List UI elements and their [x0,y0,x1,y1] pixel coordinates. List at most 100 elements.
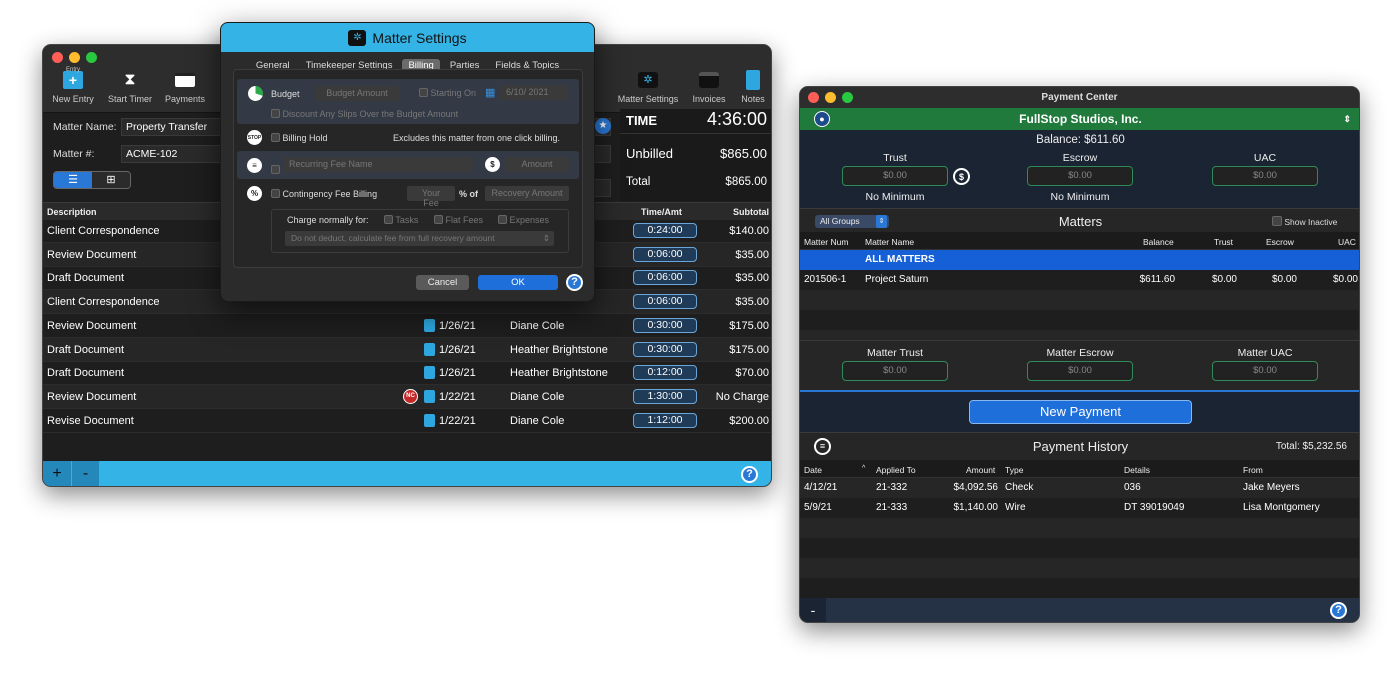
payment-amount-cell: $1,140.00 [953,502,999,513]
ok-button[interactable]: OK [478,275,558,290]
new-payment-button[interactable]: New Payment [969,400,1192,424]
uac-header[interactable]: UAC [1338,237,1356,247]
type-header[interactable]: Type [1005,465,1023,475]
payments-button[interactable]: Payments [161,69,209,104]
slip-row[interactable]: Review Document NC 1/22/21 Diane Cole 1:30:0… [43,384,771,409]
cancel-button[interactable]: Cancel [416,275,469,290]
pc-help-button[interactable]: ? [1330,602,1347,619]
slip-time-pill[interactable]: 0:06:00 [633,246,697,262]
slip-timekeeper: Heather Brightstone [510,367,608,380]
recurring-fee-name-field[interactable]: Recurring Fee Name [283,157,473,172]
date-header[interactable]: Date [804,465,822,475]
help-button[interactable]: ? [741,466,758,483]
slip-time-pill[interactable]: 0:30:00 [633,317,697,333]
grid-view-icon[interactable]: ⊞ [92,172,130,188]
expenses-checkbox[interactable]: Expenses [498,215,549,225]
recurring-amount-field[interactable]: Amount [505,157,569,172]
client-selector[interactable]: ● FullStop Studios, Inc. ⇕ [800,108,1359,130]
from-header[interactable]: From [1243,465,1263,475]
stop-icon: STOP [247,130,262,145]
zoom-button[interactable] [86,52,97,63]
discount-checkbox[interactable]: Discount Any Slips Over the Budget Amoun… [271,109,458,119]
budget-amount-field[interactable]: Budget Amount [315,86,399,101]
slip-time-pill[interactable]: 0:06:00 [633,270,697,286]
slip-description: Review Document [47,248,137,261]
details-header[interactable]: Details [1124,465,1150,475]
matter-escrow-field[interactable]: $0.00 [1027,361,1133,381]
pie-chart-icon [248,86,263,101]
slip-subtotal: $175.00 [729,319,769,332]
recurring-checkbox[interactable] [271,160,280,178]
slip-row[interactable]: Draft Document 1/26/21 Heather Brightstone… [43,337,771,362]
remove-payment-button[interactable]: - [800,598,826,622]
history-table-header: Date ^ Applied To Amount Type Details Fr… [800,460,1359,478]
all-matters-row[interactable]: ALL MATTERS [800,250,1359,270]
payment-date-cell: 5/9/21 [804,502,832,513]
slip-time-pill[interactable]: 0:12:00 [633,365,697,381]
slip-time-pill[interactable]: 1:12:00 [633,412,697,428]
calendar-icon[interactable]: ▦ [485,86,495,99]
pc-zoom-button[interactable] [842,92,853,103]
deduct-select[interactable]: Do not deduct, calculate fee from full r… [285,231,554,246]
pc-close-button[interactable] [808,92,819,103]
subtotal-header[interactable]: Subtotal [733,207,769,217]
star-badge-icon[interactable]: ★ [595,118,611,134]
pc-minimize-button[interactable] [825,92,836,103]
slip-time-pill[interactable]: 0:24:00 [633,223,697,238]
contingency-checkbox[interactable]: Contingency Fee Billing [271,189,377,199]
slip-notebook-icon [424,366,439,380]
description-header[interactable]: Description [47,207,97,217]
matter-uac-field[interactable]: $0.00 [1212,361,1318,381]
contingency-label: Contingency Fee Billing [282,189,378,199]
matter-number-label: Matter #: [53,148,95,160]
tasks-checkbox[interactable]: Tasks [384,215,418,225]
trust-header[interactable]: Trust [1214,237,1233,247]
escrow-amount-field[interactable]: $0.00 [1027,166,1133,186]
percent-of-label: % of [459,189,478,199]
slip-row[interactable]: Draft Document 1/26/21 Heather Brightstone… [43,361,771,386]
percent-icon: % [247,186,262,201]
matter-settings-icon: ✲ [348,29,367,46]
dialog-help-button[interactable]: ? [566,274,583,291]
applied-to-header[interactable]: Applied To [876,465,916,475]
payment-row[interactable]: 4/12/21 21-332 $4,092.56 Check 036 Jake Meyer… [800,478,1359,498]
uac-amount-field[interactable]: $0.00 [1212,166,1318,186]
starting-on-checkbox[interactable]: Starting On [419,88,476,98]
slip-row[interactable]: Review Document 1/26/21 Diane Cole 0:30:00 $… [43,314,771,338]
minimize-button[interactable] [69,52,80,63]
new-payment-area: New Payment [800,392,1359,432]
notes-button[interactable]: Notes [735,69,771,104]
add-slip-button[interactable]: + [43,461,71,486]
slip-subtotal: $35.00 [735,272,769,285]
slip-time-pill[interactable]: 0:30:00 [633,341,697,357]
recovery-amount-field[interactable]: Recovery Amount [485,186,569,201]
billing-hold-checkbox[interactable]: Billing Hold [271,133,328,143]
invoices-button[interactable]: Invoices [689,69,729,104]
slip-row[interactable]: Revise Document 1/22/21 Diane Cole 1:12:00 $… [43,409,771,433]
unbilled-value: $865.00 [720,146,767,161]
your-fee-field[interactable]: Your Fee [407,186,455,208]
matter-row[interactable]: 201506-1 Project Saturn $611.60 $0.00 $0.00 $… [800,270,1359,290]
new-entry-button[interactable]: Entry + New Entry [49,67,97,104]
remove-slip-button[interactable]: - [72,461,99,486]
balance-header[interactable]: Balance [1143,237,1174,247]
slip-time-pill[interactable]: 1:30:00 [633,388,697,404]
payment-row[interactable]: 5/9/21 21-333 $1,140.00 Wire DT 39019049 Lisa… [800,498,1359,518]
notebook-icon [741,69,765,91]
escrow-header[interactable]: Escrow [1266,237,1294,247]
start-timer-button[interactable]: ⧗ Start Timer [105,69,155,104]
amount-header[interactable]: Amount [966,465,995,475]
trust-amount-field[interactable]: $0.00 [842,166,948,186]
matter-name-header[interactable]: Matter Name [865,237,914,247]
transfer-dollar-icon[interactable]: $ [953,168,970,185]
flat-fees-checkbox[interactable]: Flat Fees [434,215,483,225]
close-button[interactable] [52,52,63,63]
matter-settings-button[interactable]: ✲ Matter Settings [613,69,683,104]
time-amt-header[interactable]: Time/Amt [641,207,682,217]
start-date-field[interactable]: 6/10/ 2021 [500,85,568,100]
show-inactive-checkbox[interactable]: Show Inactive [1272,216,1337,227]
slip-time-pill[interactable]: 0:06:00 [633,294,697,310]
matter-num-header[interactable]: Matter Num [804,237,848,247]
list-view-icon[interactable]: ☰ [54,172,92,188]
matter-trust-field[interactable]: $0.00 [842,361,948,381]
